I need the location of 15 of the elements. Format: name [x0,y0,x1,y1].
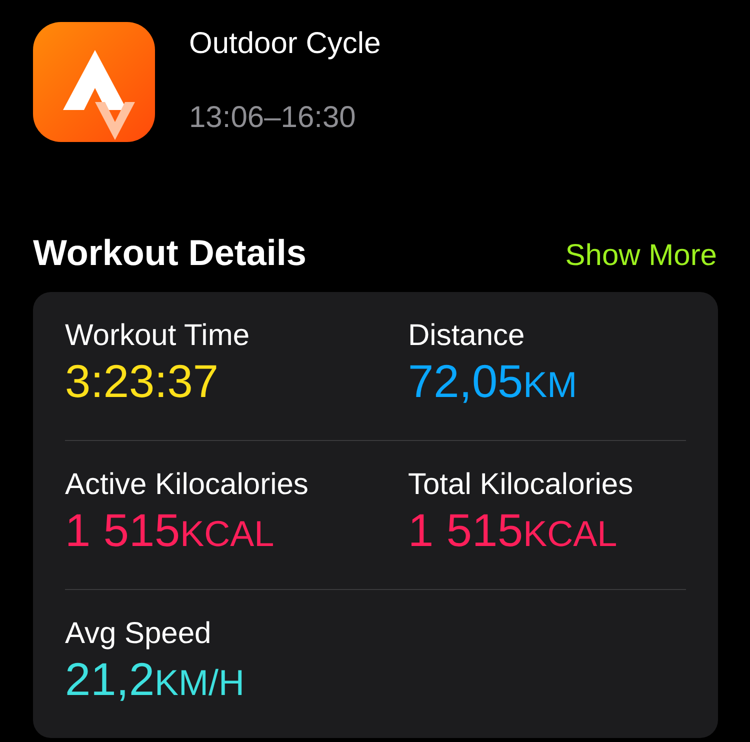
metric-label: Total Kilocalories [408,467,634,503]
metric-label: Workout Time [65,318,250,354]
section-title: Workout Details [33,231,306,275]
metric-label: Distance [408,318,526,354]
metric-value: 3:23:37 [65,354,220,408]
metric-value: 1 515KCAL [65,503,276,558]
metric-label: Active Kilocalories [65,467,310,503]
metric-value: 72,05KM [408,354,578,409]
workout-time: 13:06–16:30 [189,100,357,136]
workout-title: Outdoor Cycle [189,26,381,62]
app-logo-icon [33,22,155,142]
metric-value: 21,2KM/H [65,652,246,707]
metric-label: Avg Speed [65,616,212,652]
show-more-link[interactable]: Show More [565,239,717,273]
metric-value: 1 515KCAL [408,503,618,558]
